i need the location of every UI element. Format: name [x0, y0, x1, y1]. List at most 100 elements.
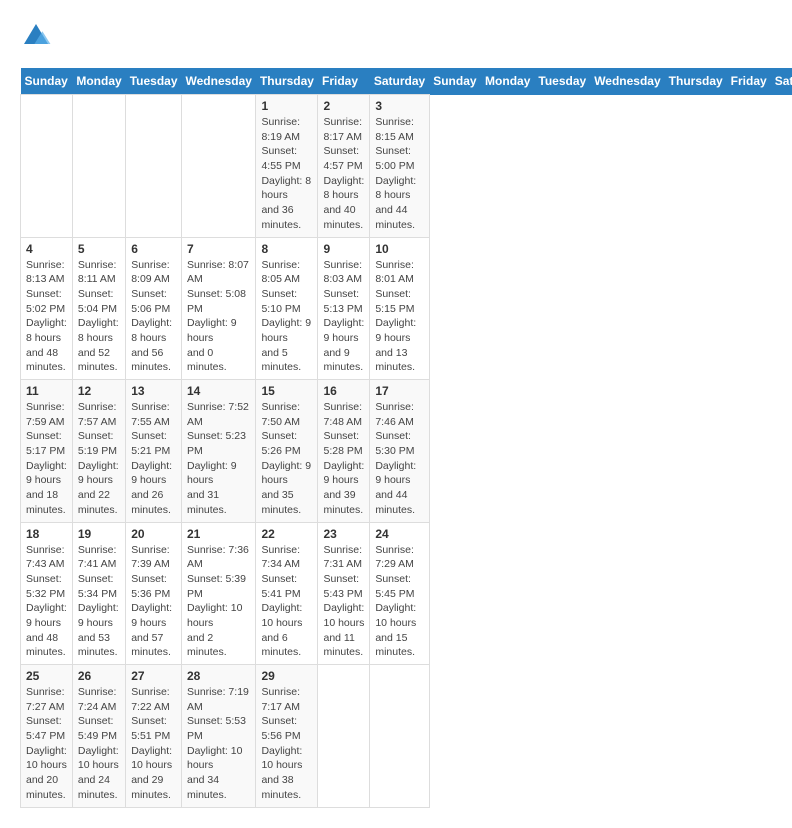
calendar-cell: 27 Sunrise: 7:22 AM Sunset: 5:51 PM Dayli…: [126, 665, 182, 808]
calendar-cell: 24Sunrise: 7:29 AM Sunset: 5:45 PM Dayli…: [370, 522, 429, 665]
day-number: 29: [261, 669, 312, 683]
calendar-cell: 8 Sunrise: 8:05 AM Sunset: 5:10 PM Daylig…: [256, 237, 318, 380]
day-number: 5: [78, 242, 120, 256]
calendar-week-row: 18 Sunrise: 7:43 AM Sunset: 5:32 PM Dayli…: [21, 522, 792, 665]
calendar-cell: 2 Sunrise: 8:17 AM Sunset: 4:57 PM Daylig…: [318, 95, 370, 238]
day-info: Sunrise: 7:48 AM Sunset: 5:28 PM Dayligh…: [323, 400, 364, 518]
day-number: 12: [78, 384, 120, 398]
day-info: Sunrise: 7:24 AM Sunset: 5:49 PM Dayligh…: [78, 685, 120, 803]
day-info: Sunrise: 7:22 AM Sunset: 5:51 PM Dayligh…: [131, 685, 176, 803]
day-info: Sunrise: 7:36 AM Sunset: 5:39 PM Dayligh…: [187, 543, 250, 661]
day-number: 1: [261, 99, 312, 113]
day-number: 18: [26, 527, 67, 541]
day-info: Sunrise: 7:57 AM Sunset: 5:19 PM Dayligh…: [78, 400, 120, 518]
day-number: 16: [323, 384, 364, 398]
day-of-week-header: Friday: [727, 68, 771, 95]
day-header-friday: Friday: [318, 68, 370, 95]
day-number: 23: [323, 527, 364, 541]
day-info: Sunrise: 7:50 AM Sunset: 5:26 PM Dayligh…: [261, 400, 312, 518]
day-number: 28: [187, 669, 250, 683]
logo: [20, 20, 56, 52]
day-of-week-header: Monday: [481, 68, 534, 95]
day-info: Sunrise: 8:05 AM Sunset: 5:10 PM Dayligh…: [261, 258, 312, 376]
day-info: Sunrise: 7:52 AM Sunset: 5:23 PM Dayligh…: [187, 400, 250, 518]
calendar-cell: 20Sunrise: 7:39 AM Sunset: 5:36 PM Dayli…: [126, 522, 182, 665]
calendar-cell: 3 Sunrise: 8:15 AM Sunset: 5:00 PM Daylig…: [370, 95, 429, 238]
day-info: Sunrise: 7:34 AM Sunset: 5:41 PM Dayligh…: [261, 543, 312, 661]
calendar-cell: 28 Sunrise: 7:19 AM Sunset: 5:53 PM Dayli…: [182, 665, 256, 808]
day-info: Sunrise: 8:01 AM Sunset: 5:15 PM Dayligh…: [375, 258, 423, 376]
day-number: 2: [323, 99, 364, 113]
day-info: Sunrise: 7:46 AM Sunset: 5:30 PM Dayligh…: [375, 400, 423, 518]
page-header: [20, 20, 772, 52]
calendar-header-row: SundayMondayTuesdayWednesdayThursdayFrid…: [21, 68, 792, 95]
calendar-week-row: 1 Sunrise: 8:19 AM Sunset: 4:55 PM Daylig…: [21, 95, 792, 238]
day-number: 13: [131, 384, 176, 398]
day-info: Sunrise: 8:13 AM Sunset: 5:02 PM Dayligh…: [26, 258, 67, 376]
day-number: 15: [261, 384, 312, 398]
day-number: 3: [375, 99, 423, 113]
day-info: Sunrise: 8:17 AM Sunset: 4:57 PM Dayligh…: [323, 115, 364, 233]
day-number: 17: [375, 384, 423, 398]
day-info: Sunrise: 8:11 AM Sunset: 5:04 PM Dayligh…: [78, 258, 120, 376]
day-info: Sunrise: 7:19 AM Sunset: 5:53 PM Dayligh…: [187, 685, 250, 803]
day-header-thursday: Thursday: [256, 68, 318, 95]
calendar-table: SundayMondayTuesdayWednesdayThursdayFrid…: [20, 68, 792, 808]
day-info: Sunrise: 7:55 AM Sunset: 5:21 PM Dayligh…: [131, 400, 176, 518]
day-of-week-header: Saturday: [771, 68, 792, 95]
day-number: 8: [261, 242, 312, 256]
day-number: 4: [26, 242, 67, 256]
calendar-cell: [370, 665, 429, 808]
day-info: Sunrise: 7:43 AM Sunset: 5:32 PM Dayligh…: [26, 543, 67, 661]
calendar-cell: 25Sunrise: 7:27 AM Sunset: 5:47 PM Dayli…: [21, 665, 73, 808]
day-number: 27: [131, 669, 176, 683]
day-number: 22: [261, 527, 312, 541]
calendar-cell: [126, 95, 182, 238]
calendar-week-row: 4 Sunrise: 8:13 AM Sunset: 5:02 PM Daylig…: [21, 237, 792, 380]
calendar-cell: 12 Sunrise: 7:57 AM Sunset: 5:19 PM Dayli…: [72, 380, 125, 523]
day-number: 26: [78, 669, 120, 683]
day-info: Sunrise: 8:15 AM Sunset: 5:00 PM Dayligh…: [375, 115, 423, 233]
calendar-cell: 13 Sunrise: 7:55 AM Sunset: 5:21 PM Dayli…: [126, 380, 182, 523]
calendar-cell: 16 Sunrise: 7:48 AM Sunset: 5:28 PM Dayli…: [318, 380, 370, 523]
calendar-cell: [318, 665, 370, 808]
calendar-cell: 19 Sunrise: 7:41 AM Sunset: 5:34 PM Dayli…: [72, 522, 125, 665]
day-number: 21: [187, 527, 250, 541]
day-header-monday: Monday: [72, 68, 125, 95]
day-number: 9: [323, 242, 364, 256]
day-header-wednesday: Wednesday: [182, 68, 256, 95]
day-of-week-header: Tuesday: [534, 68, 590, 95]
day-header-sunday: Sunday: [21, 68, 73, 95]
day-number: 7: [187, 242, 250, 256]
calendar-cell: 18 Sunrise: 7:43 AM Sunset: 5:32 PM Dayli…: [21, 522, 73, 665]
day-number: 10: [375, 242, 423, 256]
calendar-cell: 7 Sunrise: 8:07 AM Sunset: 5:08 PM Daylig…: [182, 237, 256, 380]
day-info: Sunrise: 8:19 AM Sunset: 4:55 PM Dayligh…: [261, 115, 312, 233]
day-info: Sunrise: 7:17 AM Sunset: 5:56 PM Dayligh…: [261, 685, 312, 803]
day-info: Sunrise: 7:59 AM Sunset: 5:17 PM Dayligh…: [26, 400, 67, 518]
day-info: Sunrise: 7:27 AM Sunset: 5:47 PM Dayligh…: [26, 685, 67, 803]
day-info: Sunrise: 8:07 AM Sunset: 5:08 PM Dayligh…: [187, 258, 250, 376]
day-of-week-header: Wednesday: [590, 68, 664, 95]
calendar-week-row: 11 Sunrise: 7:59 AM Sunset: 5:17 PM Dayli…: [21, 380, 792, 523]
day-number: 19: [78, 527, 120, 541]
day-number: 11: [26, 384, 67, 398]
day-info: Sunrise: 7:31 AM Sunset: 5:43 PM Dayligh…: [323, 543, 364, 661]
day-info: Sunrise: 7:41 AM Sunset: 5:34 PM Dayligh…: [78, 543, 120, 661]
calendar-cell: 29 Sunrise: 7:17 AM Sunset: 5:56 PM Dayli…: [256, 665, 318, 808]
calendar-cell: 14 Sunrise: 7:52 AM Sunset: 5:23 PM Dayli…: [182, 380, 256, 523]
day-number: 6: [131, 242, 176, 256]
calendar-cell: [182, 95, 256, 238]
day-header-tuesday: Tuesday: [126, 68, 182, 95]
calendar-cell: 6 Sunrise: 8:09 AM Sunset: 5:06 PM Daylig…: [126, 237, 182, 380]
day-number: 24: [375, 527, 423, 541]
calendar-cell: 15 Sunrise: 7:50 AM Sunset: 5:26 PM Dayli…: [256, 380, 318, 523]
calendar-cell: 17 Sunrise: 7:46 AM Sunset: 5:30 PM Dayli…: [370, 380, 429, 523]
calendar-cell: 10 Sunrise: 8:01 AM Sunset: 5:15 PM Dayli…: [370, 237, 429, 380]
day-info: Sunrise: 8:09 AM Sunset: 5:06 PM Dayligh…: [131, 258, 176, 376]
day-of-week-header: Thursday: [665, 68, 727, 95]
calendar-cell: 21 Sunrise: 7:36 AM Sunset: 5:39 PM Dayli…: [182, 522, 256, 665]
day-number: 14: [187, 384, 250, 398]
calendar-cell: 22 Sunrise: 7:34 AM Sunset: 5:41 PM Dayli…: [256, 522, 318, 665]
day-info: Sunrise: 8:03 AM Sunset: 5:13 PM Dayligh…: [323, 258, 364, 376]
